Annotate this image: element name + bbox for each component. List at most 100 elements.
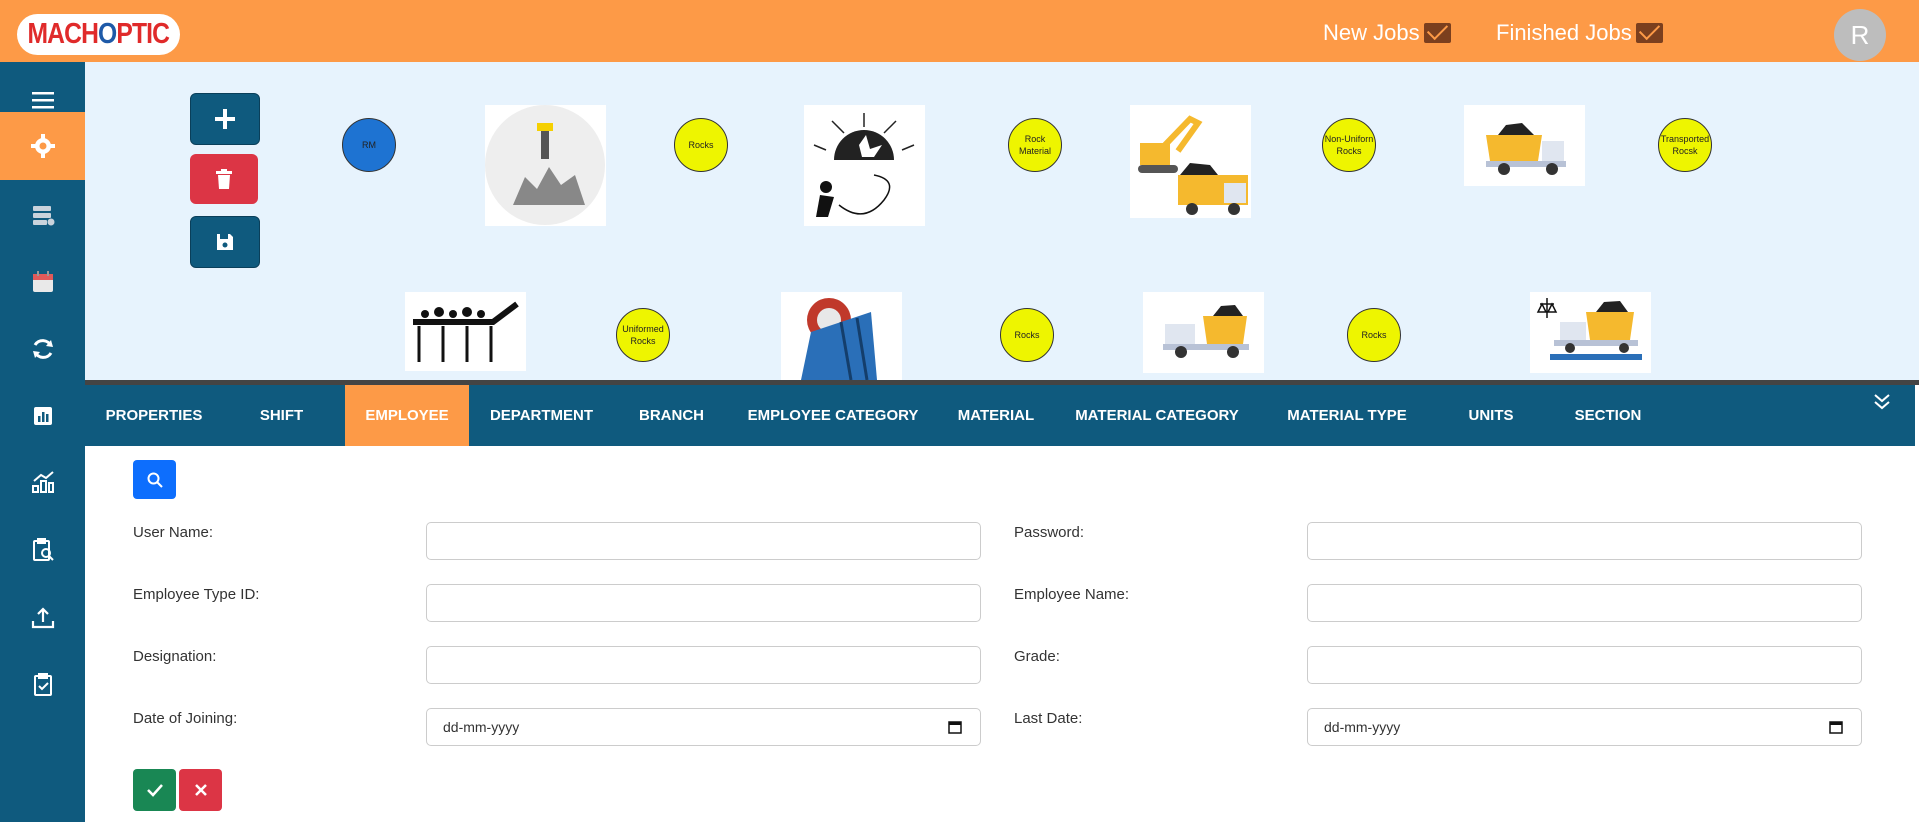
blast-icon (813, 113, 915, 217)
top-bar: MACHOPTIC New Jobs Finished Jobs R (0, 0, 1919, 62)
truck-node-2[interactable] (1143, 292, 1264, 373)
logo-text: MACHOPTIC (27, 18, 170, 50)
new-jobs-link[interactable]: New Jobs (1323, 20, 1451, 46)
tab-shift[interactable]: SHIFT (223, 385, 340, 446)
date-placeholder: dd-mm-yyyy (443, 719, 520, 735)
calendar-icon[interactable] (948, 720, 962, 734)
gear-icon (30, 134, 55, 158)
grade-input[interactable] (1307, 646, 1862, 684)
truck-node[interactable] (1464, 105, 1585, 186)
tab-section[interactable]: SECTION (1547, 385, 1669, 446)
clipboard-search-icon (32, 538, 54, 561)
calendar-icon (32, 271, 53, 292)
tab-department[interactable]: DEPARTMENT (469, 385, 614, 446)
upload-icon (31, 607, 54, 629)
last-date-label: Last Date: (1014, 710, 1083, 727)
logo-o-icon: O (98, 18, 117, 50)
grade-label: Grade: (1014, 648, 1060, 665)
flow-node-non-uniform-rocks[interactable]: Non-Uniforn Rocks (1322, 118, 1376, 172)
check-icon (146, 784, 163, 797)
last-date-input[interactable]: dd-mm-yyyy (1307, 708, 1862, 746)
search-icon (147, 472, 163, 488)
flow-node-uniformed-rocks[interactable]: Uniformed Rocks (616, 308, 670, 362)
cancel-button[interactable] (179, 769, 222, 811)
mail-icon (1635, 23, 1663, 43)
flow-node-rocks-2[interactable]: Rocks (1000, 308, 1054, 362)
tab-properties[interactable]: PROPERTIES (85, 385, 223, 446)
flow-node-rm[interactable]: RM (342, 118, 396, 172)
new-jobs-label: New Jobs (1323, 20, 1420, 45)
close-icon (194, 784, 207, 796)
conveyor-node[interactable] (405, 292, 526, 371)
crusher-node[interactable] (781, 292, 902, 380)
trash-icon (216, 169, 232, 189)
truck-icon (1486, 123, 1566, 175)
plus-icon (215, 109, 235, 129)
employee-name-label: Employee Name: (1014, 586, 1130, 603)
designation-label: Designation: (133, 648, 217, 665)
clipboard-check-icon (33, 673, 52, 696)
sidebar-item-database[interactable] (0, 185, 85, 245)
mail-icon (1423, 23, 1451, 43)
flow-node-rock-material[interactable]: Rock Material (1008, 118, 1062, 172)
date-of-joining-input[interactable]: dd-mm-yyyy (426, 708, 981, 746)
collapse-chevron-icon[interactable] (1872, 392, 1892, 412)
search-button[interactable] (133, 460, 176, 499)
excavator-loading-node[interactable] (1130, 105, 1251, 218)
submit-button[interactable] (133, 769, 176, 811)
weighbridge-icon (1536, 298, 1642, 360)
drilling-icon (485, 105, 605, 225)
refresh-icon (32, 339, 53, 359)
add-node-button[interactable] (190, 93, 260, 145)
designation-input[interactable] (426, 646, 981, 684)
flow-canvas[interactable]: RM Rocks Rock Material Non-Uniforn Rocks… (85, 62, 1919, 380)
conveyor-icon (413, 301, 519, 362)
blasting-node[interactable] (804, 105, 925, 226)
tab-employee[interactable]: EMPLOYEE (345, 385, 469, 446)
crusher-icon (801, 298, 877, 380)
sidebar (0, 62, 85, 822)
sidebar-item-inspection[interactable] (0, 520, 85, 580)
save-flow-button[interactable] (190, 216, 260, 268)
date-placeholder: dd-mm-yyyy (1324, 719, 1401, 735)
floppy-icon (217, 234, 233, 250)
tab-employee-category[interactable]: EMPLOYEE CATEGORY (729, 385, 937, 446)
tab-material-type[interactable]: MATERIAL TYPE (1259, 385, 1435, 446)
employee-name-input[interactable] (1307, 584, 1862, 622)
weighbridge-truck-node[interactable] (1530, 292, 1651, 373)
flow-node-transported-rocks[interactable]: Transported Rocsk (1658, 118, 1712, 172)
delete-node-button[interactable] (190, 154, 258, 204)
truck-icon (1163, 305, 1249, 358)
tab-material-category[interactable]: MATERIAL CATEGORY (1055, 385, 1259, 446)
tab-bar: PROPERTIES SHIFT EMPLOYEE DEPARTMENT BRA… (85, 385, 1915, 446)
calendar-icon[interactable] (1829, 720, 1843, 734)
date-of-joining-label: Date of Joining: (133, 710, 238, 727)
employee-type-id-label: Employee Type ID: (133, 586, 260, 603)
finished-jobs-link[interactable]: Finished Jobs (1496, 20, 1663, 46)
employee-type-id-input[interactable] (426, 584, 981, 622)
sidebar-item-calendar[interactable] (0, 252, 85, 312)
drilling-node[interactable] (485, 105, 606, 226)
password-input[interactable] (1307, 522, 1862, 560)
bar-chart-icon (33, 407, 52, 425)
sidebar-item-checklist[interactable] (0, 655, 85, 715)
password-label: Password: (1014, 524, 1085, 541)
sidebar-item-settings[interactable] (0, 112, 85, 180)
excavator-truck-icon (1138, 115, 1248, 215)
user-name-label: User Name: (133, 524, 214, 541)
tab-material[interactable]: MATERIAL (937, 385, 1055, 446)
machoptic-logo[interactable]: MACHOPTIC (17, 14, 180, 55)
sidebar-item-analytics[interactable] (0, 452, 85, 512)
sidebar-item-refresh[interactable] (0, 319, 85, 379)
finished-jobs-label: Finished Jobs (1496, 20, 1632, 45)
flow-node-rocks[interactable]: Rocks (674, 118, 728, 172)
user-name-input[interactable] (426, 522, 981, 560)
tab-branch[interactable]: BRANCH (614, 385, 729, 446)
database-icon (32, 206, 54, 226)
sidebar-item-report[interactable] (0, 386, 85, 446)
analytics-icon (31, 471, 54, 493)
tab-units[interactable]: UNITS (1435, 385, 1547, 446)
user-avatar[interactable]: R (1834, 9, 1886, 61)
flow-node-rocks-3[interactable]: Rocks (1347, 308, 1401, 362)
sidebar-item-upload[interactable] (0, 588, 85, 648)
